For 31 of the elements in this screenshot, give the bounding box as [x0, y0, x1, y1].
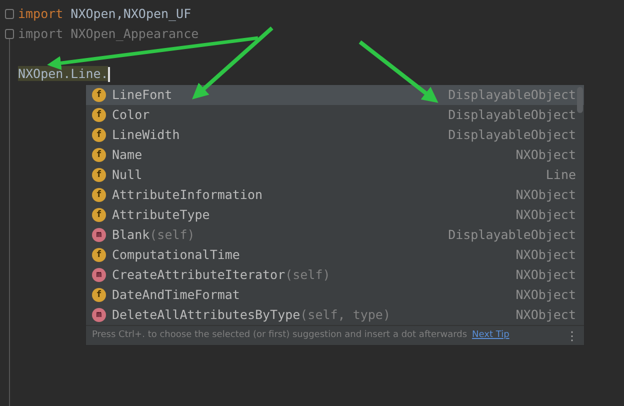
field-icon: f	[92, 88, 106, 102]
more-menu[interactable]: ⋮	[566, 326, 578, 344]
field-icon: f	[92, 128, 106, 142]
completion-item[interactable]: f LineWidth DisplayableObject	[86, 125, 584, 145]
field-icon: f	[92, 208, 106, 222]
field-icon: f	[92, 148, 106, 162]
field-icon: f	[92, 168, 106, 182]
completion-item[interactable]: f Null Line	[86, 165, 584, 185]
completion-item[interactable]: m DeleteAllAttributesByType(self, type) NXObject	[86, 305, 584, 325]
text-caret	[108, 67, 110, 82]
field-icon: f	[92, 188, 106, 202]
code-line: import NXOpen,NXOpen_UF	[18, 6, 192, 21]
completion-item[interactable]: f DateAndTimeFormat NXObject	[86, 285, 584, 305]
field-icon: f	[92, 288, 106, 302]
hint-text: Press Ctrl+. to choose the selected (or first) suggestion and insert a dot afterwards	[92, 328, 468, 342]
next-tip-link[interactable]: Next Tip	[472, 328, 510, 342]
completion-item[interactable]: m Blank(self) DisplayableObject	[86, 225, 584, 245]
completion-item[interactable]: f LineFont DisplayableObject	[86, 85, 584, 105]
method-icon: m	[92, 268, 106, 282]
completion-item[interactable]: f ComputationalTime NXObject	[86, 245, 584, 265]
field-icon: f	[92, 108, 106, 122]
completion-item[interactable]: f Name NXObject	[86, 145, 584, 165]
completion-item[interactable]: m CreateAttributeIterator(self) NXObject	[86, 265, 584, 285]
scrollbar	[577, 87, 583, 113]
completion-item[interactable]: f AttributeType NXObject	[86, 205, 584, 225]
method-icon: m	[92, 228, 106, 242]
method-icon: m	[92, 308, 106, 322]
completion-item[interactable]: f AttributeInformation NXObject	[86, 185, 584, 205]
code-line: import NXOpen_Appearance	[18, 26, 199, 41]
completion-item[interactable]: f Color DisplayableObject	[86, 105, 584, 125]
field-icon: f	[92, 248, 106, 262]
